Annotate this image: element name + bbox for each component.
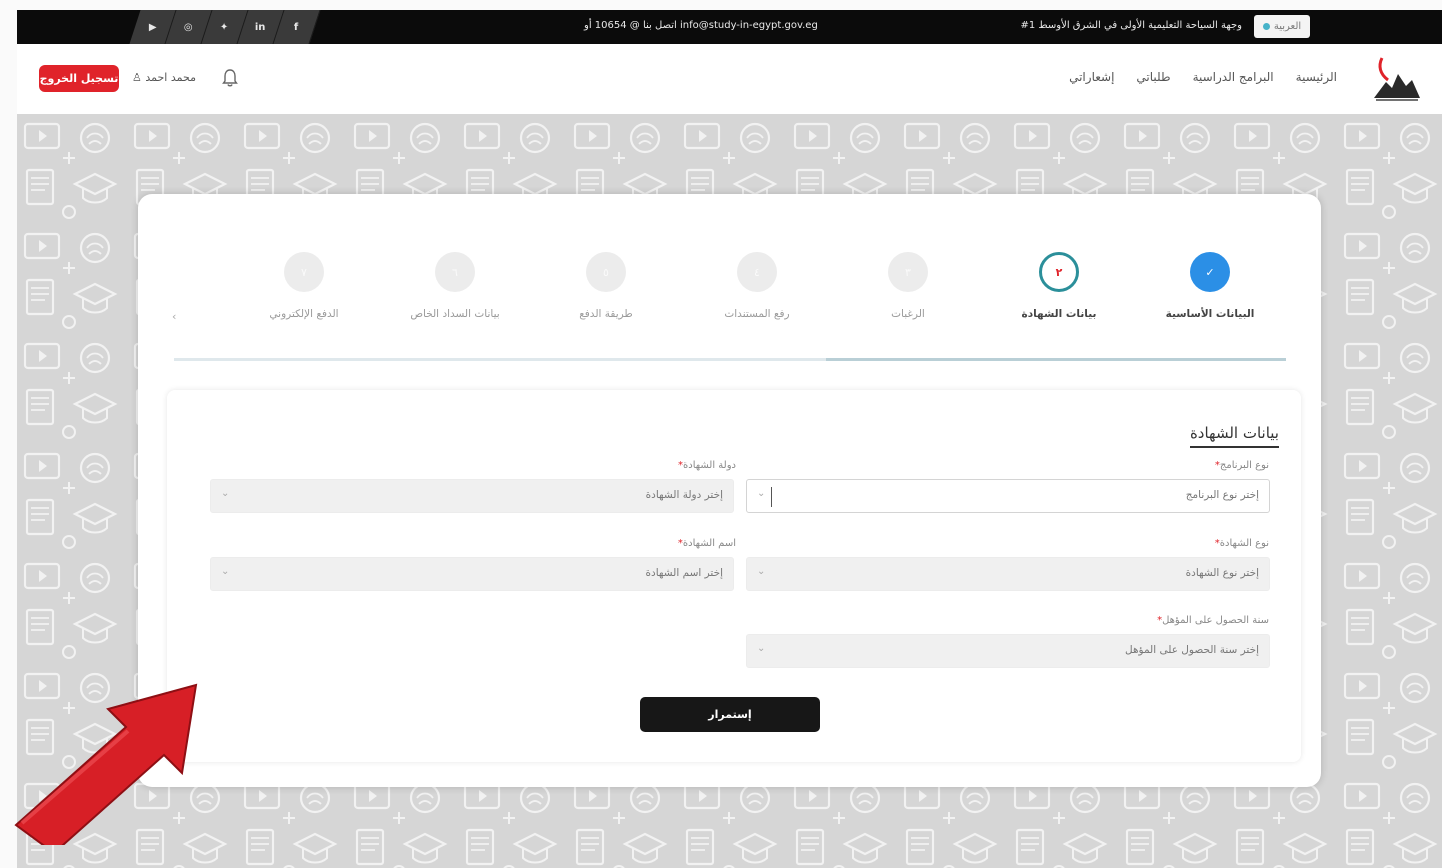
nav-item-notifications[interactable]: إشعاراتي xyxy=(1069,70,1114,84)
step-5[interactable]: ٥ طريقة الدفع xyxy=(546,240,666,322)
step-number: ٢ xyxy=(1039,252,1079,292)
step-2[interactable]: ٢ بيانات الشهادة xyxy=(999,240,1119,322)
program-type-placeholder: إختر نوع البرنامج xyxy=(1185,489,1259,501)
red-arrow-annotation xyxy=(14,683,198,845)
section-title: بيانات الشهادة xyxy=(1189,424,1279,448)
step-number: ٦ xyxy=(435,252,475,292)
chevron-down-icon: ⌄ xyxy=(757,643,766,654)
main-nav: الرئيسية البرامج الدراسية طلباتي إشعارات… xyxy=(1069,70,1337,84)
step-7[interactable]: ٧ الدفع الإلكتروني xyxy=(244,240,364,322)
nav-item-home[interactable]: الرئيسية xyxy=(1296,70,1337,84)
twitter-icon-glyph: ✦ xyxy=(220,21,229,33)
step-label: البيانات الأساسية xyxy=(1165,308,1255,320)
qualification-year-select[interactable]: إختر سنة الحصول على المؤهل ⌄ xyxy=(746,634,1270,668)
user-name: محمد احمد xyxy=(145,71,196,84)
instagram-icon-glyph: ◎ xyxy=(184,21,193,33)
language-label: العربية xyxy=(1273,21,1302,32)
chevron-down-icon: ⌄ xyxy=(757,566,766,577)
step-number: ٤ xyxy=(737,252,777,292)
youtube-icon-glyph: ▶ xyxy=(148,21,157,33)
continue-button[interactable]: إستمرار xyxy=(640,697,820,732)
nav-item-applications[interactable]: طلباتي xyxy=(1136,70,1170,84)
program-type-label: نوع البرنامج* xyxy=(1214,460,1269,471)
certificate-name-placeholder: إختر اسم الشهادة xyxy=(645,567,723,579)
step-4[interactable]: ٤ رفع المستندات xyxy=(697,240,817,322)
page: ▶ ◎ ✦ in f اتصل بنا @ 10654 أو info@study-in… xyxy=(0,0,1442,868)
site-header: تسجيل الخروج ♙ محمد احمد الرئيسية البرام… xyxy=(17,44,1442,114)
step-label: رفع المستندات xyxy=(724,308,790,320)
contact-info: اتصل بنا @ 10654 أو info@study-in-egypt.… xyxy=(584,20,818,31)
user-icon: ♙ xyxy=(132,71,146,84)
step-1[interactable]: ✓ البيانات الأساسية xyxy=(1150,240,1270,322)
text-cursor xyxy=(771,487,772,507)
user-menu[interactable]: ♙ محمد احمد xyxy=(132,71,196,84)
certificate-country-placeholder: إختر دولة الشهادة xyxy=(645,489,723,501)
stepper-progress-track xyxy=(174,358,1286,361)
logout-button[interactable]: تسجيل الخروج xyxy=(39,65,119,92)
application-stepper: ✓ البيانات الأساسية ٢ بيانات الشهادة ٣ الرغبا… xyxy=(174,240,1286,370)
bell-icon[interactable] xyxy=(222,68,238,88)
step-number: ٥ xyxy=(586,252,626,292)
top-bar: ▶ ◎ ✦ in f اتصل بنا @ 10654 أو info@study-in… xyxy=(17,10,1442,44)
qualification-year-label: سنة الحصول على المؤهل* xyxy=(1157,615,1269,626)
tagline: #1 وجهة السياحة التعليمية الأولى في الشر… xyxy=(1020,20,1243,31)
step-label: بيانات الشهادة xyxy=(1021,308,1097,320)
language-toggle[interactable]: العربية xyxy=(1254,15,1310,38)
qualification-year-placeholder: إختر سنة الحصول على المؤهل xyxy=(1125,644,1259,656)
step-more-indicator: ‹ xyxy=(172,310,177,323)
chevron-down-icon: ⌄ xyxy=(757,488,766,499)
certificate-type-select[interactable]: إختر نوع الشهادة ⌄ xyxy=(746,557,1270,591)
step-number: ٧ xyxy=(284,252,324,292)
step-label: الرغبات xyxy=(891,308,925,320)
certificate-name-select[interactable]: إختر اسم الشهادة ⌄ xyxy=(210,557,734,591)
stepper-progress-fill xyxy=(826,358,1286,361)
certificate-country-label: دولة الشهادة* xyxy=(678,460,736,471)
social-links: ▶ ◎ ✦ in f xyxy=(129,10,321,44)
site-logo[interactable] xyxy=(1368,52,1424,104)
step-number: ٣ xyxy=(888,252,928,292)
facebook-icon-glyph: f xyxy=(294,21,299,33)
step-label: الدفع الإلكتروني xyxy=(269,308,339,320)
step-label: بيانات السداد الخاص xyxy=(410,308,500,320)
step-6[interactable]: ٦ بيانات السداد الخاص xyxy=(395,240,515,322)
certificate-country-select[interactable]: إختر دولة الشهادة ⌄ xyxy=(210,479,734,513)
step-label: طريقة الدفع xyxy=(579,308,633,320)
linkedin-icon-glyph: in xyxy=(255,21,266,33)
certificate-type-placeholder: إختر نوع الشهادة xyxy=(1185,567,1259,579)
globe-icon xyxy=(1262,23,1270,30)
program-type-select[interactable]: إختر نوع البرنامج ⌄ xyxy=(746,479,1270,513)
check-icon: ✓ xyxy=(1190,252,1230,292)
certificate-name-label: اسم الشهادة* xyxy=(677,538,736,549)
step-3[interactable]: ٣ الرغبات xyxy=(848,240,968,322)
certificate-type-label: نوع الشهادة* xyxy=(1214,538,1269,549)
chevron-down-icon: ⌄ xyxy=(221,488,230,499)
nav-item-programs[interactable]: البرامج الدراسية xyxy=(1193,70,1274,84)
chevron-down-icon: ⌄ xyxy=(221,566,230,577)
